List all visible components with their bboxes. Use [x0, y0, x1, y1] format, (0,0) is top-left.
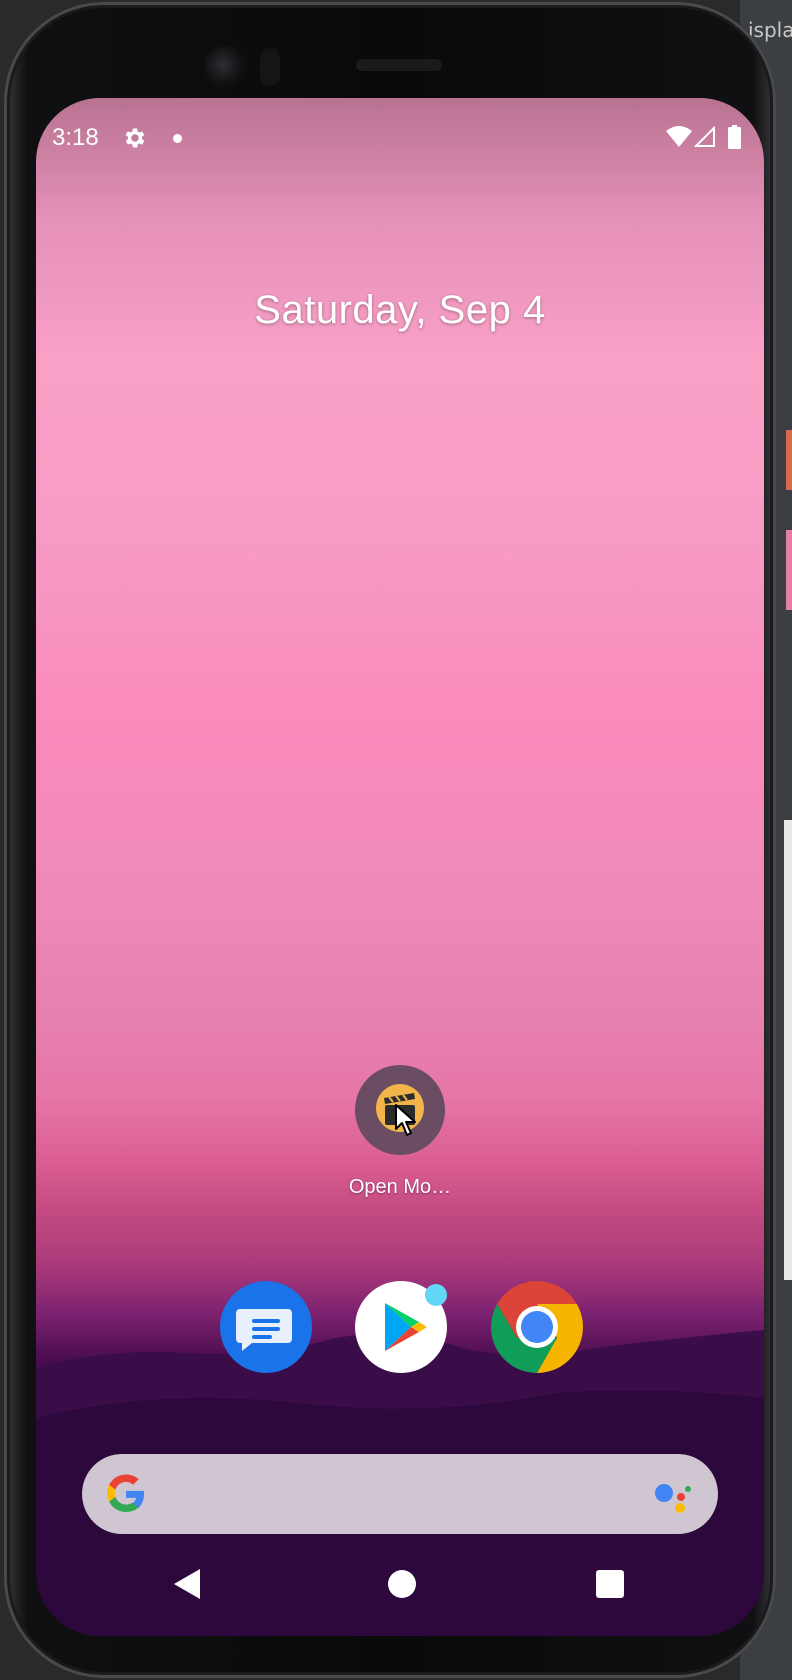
front-camera: [204, 46, 246, 88]
editor-tab-label[interactable]: isplay: [748, 18, 792, 42]
status-time: 3:18: [52, 124, 99, 151]
gear-icon: [125, 128, 145, 148]
app-label[interactable]: Open Mo…: [300, 1176, 500, 1199]
date-widget[interactable]: Saturday, Sep 4: [36, 288, 764, 333]
google-g-icon[interactable]: [104, 1472, 148, 1516]
notification-badge: [425, 1284, 447, 1306]
messages-app-icon[interactable]: [220, 1281, 312, 1373]
status-bar[interactable]: 3:18: [36, 98, 764, 178]
phone-device-frame: 3:18 Saturday, Sep 4 Open Mo…: [4, 2, 776, 1678]
nav-recents-button[interactable]: [596, 1570, 624, 1598]
editor-color-strip: [786, 530, 792, 610]
google-search-bar[interactable]: [82, 1454, 718, 1534]
proximity-sensor: [260, 48, 280, 86]
nav-home-button[interactable]: [388, 1570, 416, 1598]
wifi-icon: [666, 126, 692, 147]
chrome-icon: [491, 1281, 583, 1373]
messages-icon: [236, 1309, 292, 1351]
chrome-app-icon[interactable]: [491, 1281, 583, 1373]
editor-panel-strip: [784, 820, 792, 1280]
notification-dot-icon: [173, 134, 182, 143]
home-screen: 3:18 Saturday, Sep 4 Open Mo…: [36, 98, 764, 1636]
assistant-icon[interactable]: [650, 1474, 694, 1518]
battery-icon: [728, 125, 741, 149]
earpiece-speaker: [356, 59, 442, 71]
signal-icon: [694, 126, 715, 147]
mouse-cursor-icon: [395, 1104, 416, 1136]
nav-back-button[interactable]: [172, 1568, 202, 1600]
editor-color-strip: [786, 430, 792, 490]
